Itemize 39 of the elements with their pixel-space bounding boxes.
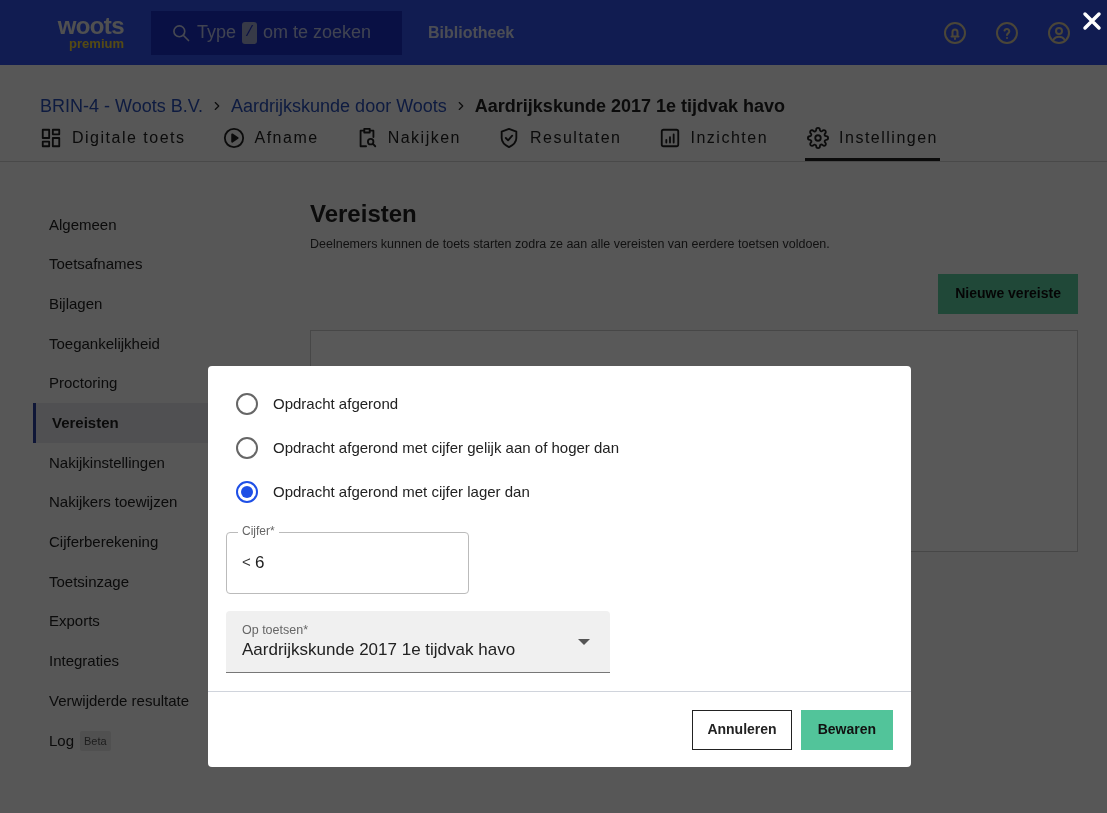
radio-option[interactable]: Opdracht afgerond met cijfer lager dan bbox=[226, 470, 911, 514]
tab[interactable]: Resultaten bbox=[498, 126, 622, 161]
tab[interactable]: Inzichten bbox=[658, 126, 769, 161]
less-than-prefix: < bbox=[242, 552, 251, 572]
breadcrumb-link[interactable]: Aardrijkskunde 2017 1e tijdvak havo bbox=[474, 92, 785, 120]
bell-icon bbox=[943, 20, 967, 45]
shield-check-icon bbox=[498, 126, 520, 149]
bar-chart-icon bbox=[658, 126, 681, 149]
new-requirement-button[interactable]: Nieuwe vereiste bbox=[938, 273, 1078, 314]
sidebar-item[interactable]: Toegankelijkheid bbox=[33, 324, 276, 364]
help-icon bbox=[995, 20, 1019, 45]
sidebar-item[interactable]: Toetsafnames bbox=[33, 244, 276, 285]
grid-icon bbox=[40, 126, 62, 149]
radio-button[interactable] bbox=[236, 481, 258, 503]
sidebar-item[interactable]: Bijlagen bbox=[33, 284, 276, 325]
field-label: Op toetsen* bbox=[242, 621, 309, 638]
tab[interactable]: Afname bbox=[222, 126, 319, 161]
caret-icon bbox=[578, 638, 590, 645]
cancel-button[interactable]: Annuleren bbox=[692, 709, 792, 750]
sidebar-item[interactable]: Algemeen bbox=[33, 205, 276, 245]
tests-select[interactable]: Op toetsen* Aardrijkskunde 2017 1e tijdvak havo bbox=[226, 611, 610, 673]
tab[interactable]: Nakijken bbox=[355, 126, 461, 161]
radio-button[interactable] bbox=[236, 393, 258, 415]
page-description: Deelnemers kunnen de toets starten zodra ze aan alle vereisten van eerdere toetsen voldoen. bbox=[310, 236, 831, 253]
key-hint: / bbox=[242, 21, 258, 44]
breadcrumb-link[interactable]: Aardrijkskunde door Woots bbox=[231, 92, 447, 120]
page-title: Vereisten bbox=[310, 199, 418, 229]
radio-button[interactable] bbox=[236, 437, 258, 459]
tab[interactable]: Digitale toets bbox=[40, 126, 186, 161]
field-label: Cijfer* bbox=[238, 523, 279, 539]
user-icon bbox=[1047, 20, 1071, 45]
gear-icon bbox=[807, 126, 830, 149]
selected-value: Aardrijkskunde 2017 1e tijdvak havo bbox=[242, 638, 517, 661]
play-icon bbox=[222, 126, 245, 149]
breadcrumb-link[interactable]: BRIN-4 - Woots B.V. bbox=[40, 92, 204, 120]
save-button[interactable]: Bewaren bbox=[800, 709, 893, 750]
search-icon bbox=[171, 22, 191, 43]
close-button[interactable] bbox=[1080, 9, 1104, 33]
tab[interactable]: Instellingen bbox=[805, 126, 940, 161]
